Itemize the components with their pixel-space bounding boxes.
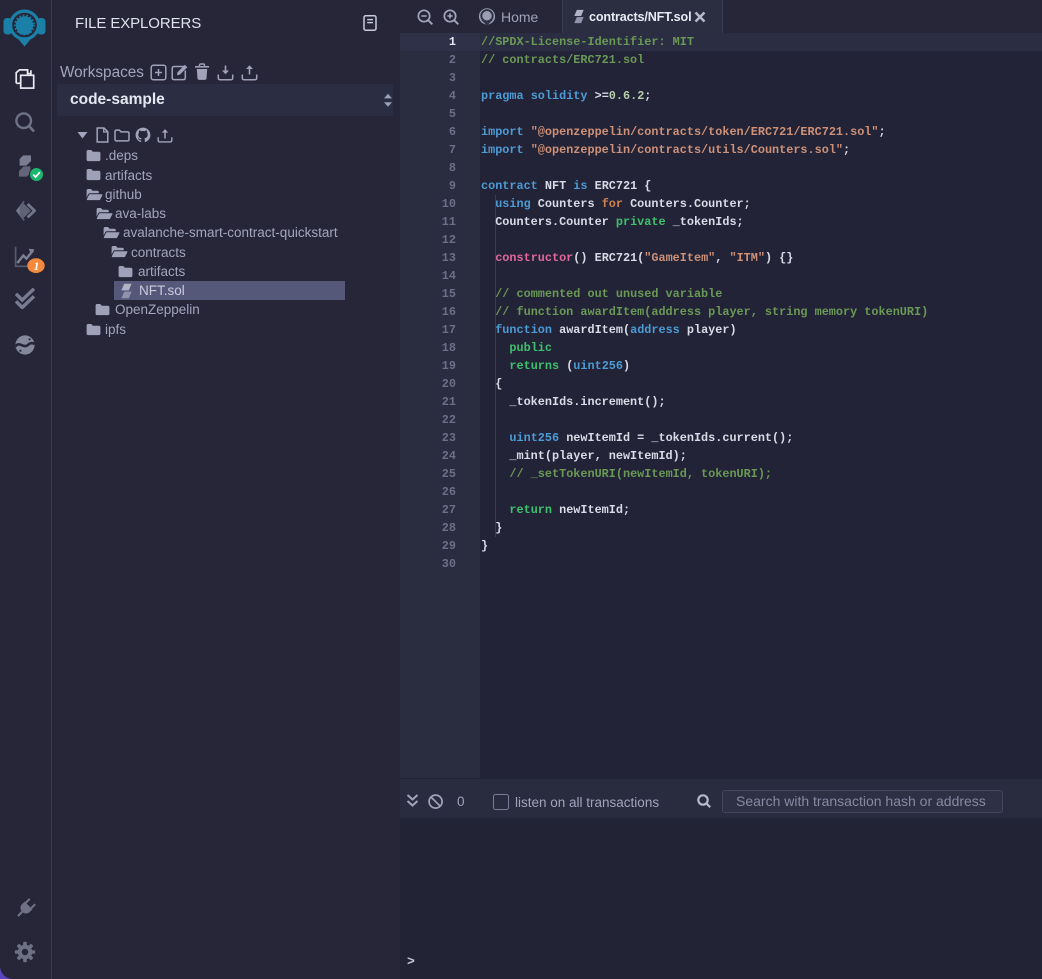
svg-text:1: 1	[34, 260, 40, 272]
